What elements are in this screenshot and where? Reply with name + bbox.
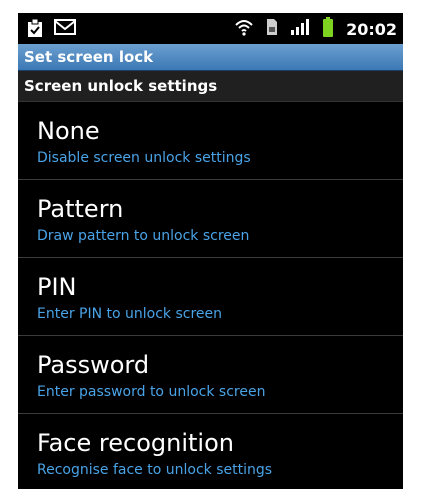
option-title: None xyxy=(37,117,100,145)
status-time: 20:02 xyxy=(346,19,397,39)
option-title: Face recognition xyxy=(37,429,234,457)
option-face-recognition[interactable]: Face recognition Recognise face to unloc… xyxy=(18,414,403,489)
phone-screen: 20:02 Set screen lock Screen unlock sett… xyxy=(18,13,403,489)
option-title: Pattern xyxy=(37,195,124,223)
option-none[interactable]: None Disable screen unlock settings xyxy=(18,102,403,180)
system-icons: 20:02 xyxy=(234,17,397,41)
clipboard-check-icon xyxy=(26,18,44,42)
option-title: Password xyxy=(37,351,150,379)
notification-icons xyxy=(26,18,76,42)
option-password[interactable]: Password Enter password to unlock screen xyxy=(18,336,403,414)
option-subtitle: Enter PIN to unlock screen xyxy=(37,306,223,322)
page-title: Set screen lock xyxy=(24,48,154,66)
title-bar: Set screen lock xyxy=(18,44,403,71)
wifi-icon xyxy=(234,18,254,40)
sim-icon xyxy=(266,18,278,40)
option-title: PIN xyxy=(37,273,77,301)
option-pattern[interactable]: Pattern Draw pattern to unlock screen xyxy=(18,180,403,258)
section-header-label: Screen unlock settings xyxy=(24,77,218,95)
option-subtitle: Disable screen unlock settings xyxy=(37,150,251,166)
section-header: Screen unlock settings xyxy=(18,71,403,102)
signal-icon xyxy=(290,18,310,40)
lock-options-list: None Disable screen unlock settings Patt… xyxy=(18,102,403,489)
battery-icon xyxy=(322,17,334,41)
option-pin[interactable]: PIN Enter PIN to unlock screen xyxy=(18,258,403,336)
option-subtitle: Enter password to unlock screen xyxy=(37,384,266,400)
option-subtitle: Recognise face to unlock settings xyxy=(37,462,273,478)
mail-icon xyxy=(54,18,76,42)
status-bar: 20:02 xyxy=(18,13,403,44)
option-subtitle: Draw pattern to unlock screen xyxy=(37,228,250,244)
